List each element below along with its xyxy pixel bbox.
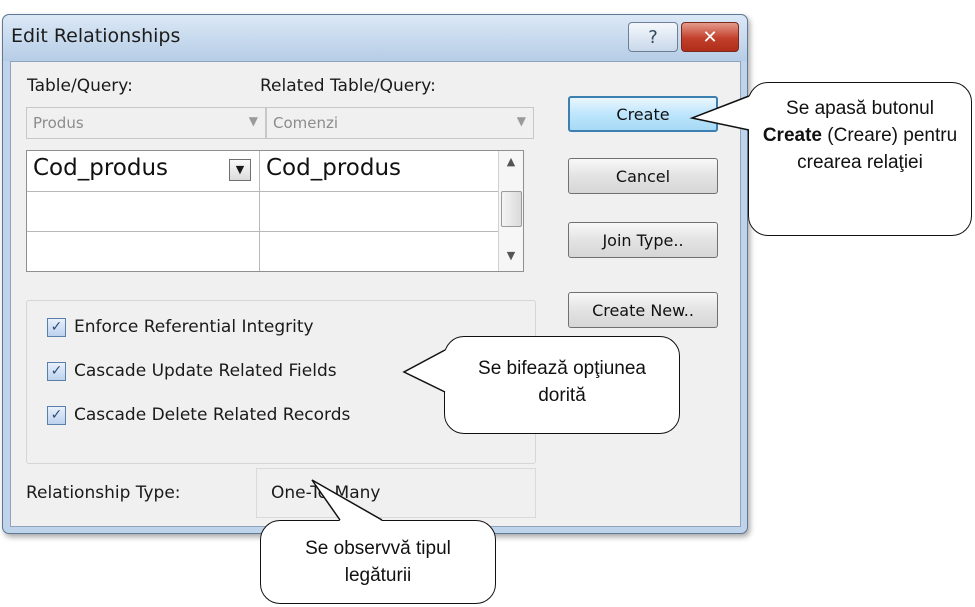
checkmark-icon: ✓ — [47, 405, 66, 425]
close-icon: ✕ — [702, 26, 718, 48]
help-icon: ? — [648, 26, 658, 48]
close-button[interactable]: ✕ — [681, 22, 739, 52]
checkbox-label: Cascade Update Related Fields — [74, 361, 337, 381]
field-dropdown-button[interactable]: ▼ — [229, 159, 251, 181]
related-field-cell[interactable]: Cod_produs — [260, 151, 499, 191]
create-new-button[interactable]: Create New.. — [568, 292, 718, 328]
checkbox-label: Enforce Referential Integrity — [74, 317, 314, 337]
grid-row[interactable]: Cod_produs ▼ Cod_produs — [27, 151, 499, 192]
checkmark-icon: ✓ — [47, 361, 66, 381]
create-callout: Se apasă butonul Create (Creare) pentru … — [748, 82, 972, 236]
grid-scrollbar[interactable]: ▲ ▼ — [498, 151, 523, 271]
help-button[interactable]: ? — [628, 22, 678, 52]
edit-relationships-dialog: Edit Relationships ? ✕ Table/Query: Rela… — [2, 14, 748, 534]
primary-field-cell[interactable]: Cod_produs ▼ — [27, 151, 260, 191]
relationship-type-field: One-To-Many — [256, 468, 536, 518]
primary-field-cell[interactable] — [27, 191, 260, 231]
related-table-query-select[interactable]: Comenzi ▼ — [266, 107, 534, 139]
create-callout-text-post: (Creare) pentru crearea relaţiei — [797, 125, 958, 173]
title-bar[interactable]: Edit Relationships ? ✕ — [3, 15, 747, 61]
related-table-query-label: Related Table/Query: — [260, 76, 436, 96]
related-field-cell[interactable] — [260, 231, 499, 271]
checkbox-label: Cascade Delete Related Records — [74, 405, 351, 425]
table-query-value: Produs — [33, 114, 84, 132]
create-button-label: Create — [616, 104, 670, 124]
join-type-button[interactable]: Join Type.. — [568, 222, 718, 258]
related-field-cell[interactable] — [260, 191, 499, 231]
dialog-body: Table/Query: Related Table/Query: Produs… — [10, 61, 741, 527]
type-callout: Se observvă tipul legăturii — [260, 520, 496, 604]
cascade-update-checkbox[interactable]: ✓ Cascade Update Related Fields — [47, 361, 337, 381]
options-callout-text: Se bifează opţiunea dorită — [478, 358, 646, 406]
table-query-label: Table/Query: — [27, 76, 133, 96]
related-table-query-value: Comenzi — [273, 114, 339, 132]
scroll-thumb[interactable] — [501, 191, 522, 227]
create-callout-text-pre: Se apasă butonul — [786, 98, 934, 119]
join-type-button-label: Join Type.. — [602, 230, 684, 250]
create-button[interactable]: Create — [568, 96, 718, 132]
related-field-value: Cod_produs — [266, 155, 402, 181]
grid-row[interactable] — [27, 231, 499, 271]
table-query-select[interactable]: Produs ▼ — [26, 107, 266, 139]
relationship-type-label: Relationship Type: — [26, 483, 181, 503]
create-callout-text-bold: Create — [762, 125, 822, 146]
checkmark-icon: ✓ — [47, 317, 66, 337]
cancel-button-label: Cancel — [615, 166, 671, 186]
cascade-delete-checkbox[interactable]: ✓ Cascade Delete Related Records — [47, 405, 350, 425]
scroll-down-icon[interactable]: ▼ — [499, 249, 523, 262]
options-callout: Se bifează opţiunea dorită — [444, 336, 680, 434]
scroll-up-icon[interactable]: ▲ — [499, 155, 523, 168]
primary-field-value: Cod_produs — [33, 155, 169, 181]
cancel-button[interactable]: Cancel — [568, 158, 718, 194]
grid-row[interactable] — [27, 191, 499, 232]
chevron-down-icon: ▼ — [235, 163, 245, 176]
window-title: Edit Relationships — [11, 25, 181, 47]
type-callout-text: Se observvă tipul legăturii — [305, 538, 451, 586]
primary-field-cell[interactable] — [27, 231, 260, 271]
create-new-button-label: Create New.. — [592, 300, 694, 320]
chevron-down-icon: ▼ — [516, 114, 526, 128]
chevron-down-icon: ▼ — [248, 114, 258, 128]
fields-grid[interactable]: Cod_produs ▼ Cod_produs ▲ ▼ — [26, 150, 524, 272]
relationship-type-value: One-To-Many — [271, 483, 381, 503]
enforce-integrity-checkbox[interactable]: ✓ Enforce Referential Integrity — [47, 317, 314, 337]
